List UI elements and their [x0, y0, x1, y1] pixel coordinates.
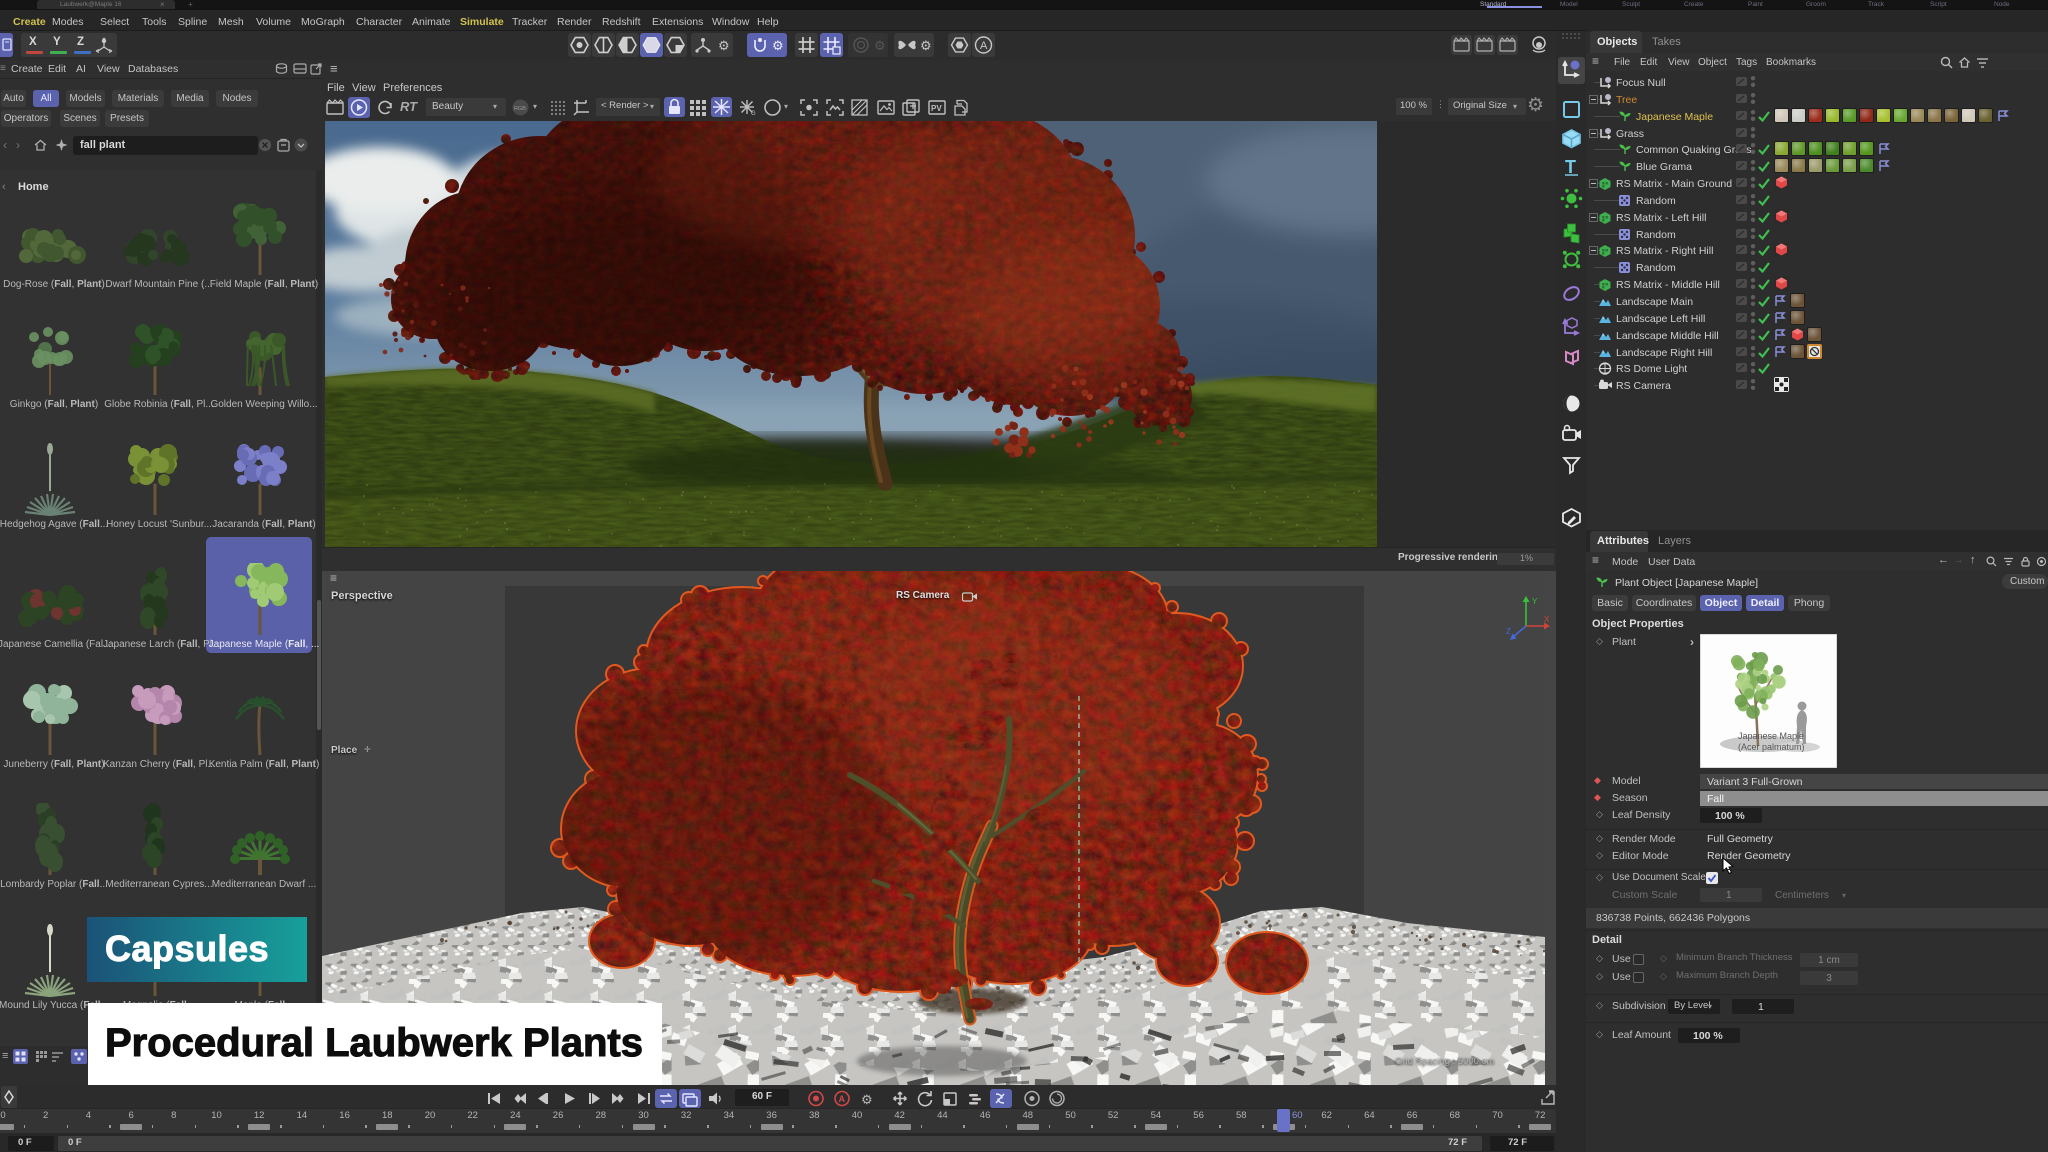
svg-text:A: A: [980, 40, 988, 52]
svg-text:A: A: [839, 1094, 846, 1104]
svg-text:G: G: [751, 111, 756, 117]
svg-text:⚙: ⚙: [920, 38, 932, 53]
svg-text:Y: Y: [1532, 597, 1538, 606]
svg-text:Z: Z: [1506, 627, 1511, 636]
svg-text:Japanese Maple: Japanese Maple: [1738, 731, 1804, 741]
svg-text:⚙: ⚙: [772, 38, 784, 53]
svg-text:⚙: ⚙: [718, 38, 730, 53]
svg-text:RGB: RGB: [514, 106, 526, 112]
svg-text:PV: PV: [931, 104, 942, 113]
svg-text:T: T: [1565, 157, 1576, 177]
svg-text:(Acer palmatum): (Acer palmatum): [1738, 742, 1805, 752]
svg-text:X: X: [1544, 615, 1550, 624]
svg-text:⚙: ⚙: [861, 1092, 873, 1107]
svg-text:⚙: ⚙: [874, 38, 886, 53]
